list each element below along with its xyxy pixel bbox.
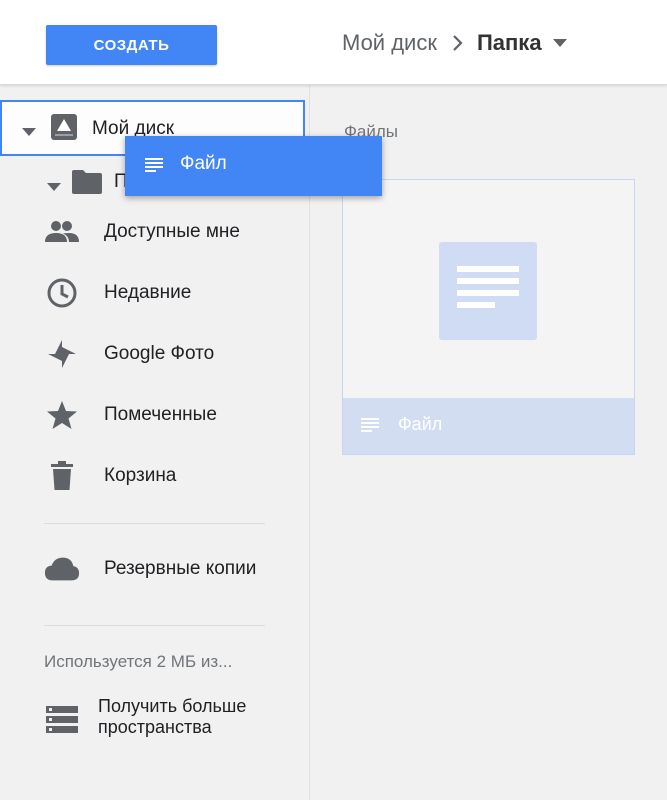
sidebar-item-google-photos[interactable]: Google Фото	[0, 332, 309, 376]
star-icon	[44, 397, 80, 433]
create-button[interactable]: СОЗДАТЬ	[46, 25, 217, 65]
trash-icon	[44, 458, 80, 494]
sidebar-item-trash[interactable]: Корзина	[0, 454, 309, 498]
file-name: Файл	[398, 414, 443, 434]
document-lines-icon	[457, 266, 519, 308]
sidebar-item-shared[interactable]: Доступные мне	[0, 210, 309, 254]
sidebar-item-recent[interactable]: Недавние	[0, 271, 309, 315]
people-icon	[44, 214, 80, 250]
sidebar-item-starred[interactable]: Помеченные	[0, 393, 309, 437]
get-more-storage-link[interactable]: Получить больше пространства	[0, 692, 309, 752]
folder-icon	[71, 168, 103, 201]
divider	[44, 523, 265, 524]
drag-chip-label: Файл	[180, 153, 227, 174]
sidebar-item-label: Google Фото	[104, 343, 215, 364]
storage-usage-text: Используется 2 МБ из...	[44, 652, 233, 671]
breadcrumb: Мой диск Папка	[342, 28, 568, 58]
sidebar-item-label: Недавние	[104, 282, 192, 303]
caret-down-icon[interactable]	[552, 38, 568, 48]
sidebar-item-label: Помеченные	[104, 404, 217, 425]
file-card-footer: Файл	[343, 398, 634, 454]
sidebar-item-label: Доступные мне	[104, 221, 240, 242]
expand-arrow-icon[interactable]	[47, 179, 61, 197]
expand-arrow-icon[interactable]	[22, 124, 36, 142]
document-icon	[145, 158, 163, 177]
breadcrumb-my-drive[interactable]: Мой диск	[342, 30, 437, 56]
top-bar: СОЗДАТЬ Мой диск Папка	[0, 0, 667, 85]
drive-icon	[48, 112, 80, 149]
chevron-right-icon	[451, 33, 465, 53]
divider	[44, 625, 265, 626]
sidebar-item-backups[interactable]: Резервные копии	[0, 547, 309, 591]
breadcrumb-current-folder[interactable]: Папка	[477, 30, 542, 56]
pinwheel-icon	[44, 336, 80, 372]
sidebar-item-label: Резервные копии	[104, 558, 257, 579]
storage-icon	[46, 706, 78, 739]
sidebar-item-label: Корзина	[104, 465, 177, 486]
clock-icon	[44, 275, 80, 311]
cloud-icon	[44, 551, 80, 587]
get-more-storage-label: Получить больше пространства	[98, 696, 247, 737]
file-preview	[439, 242, 537, 340]
document-icon	[361, 418, 379, 437]
file-card[interactable]: Файл	[342, 179, 635, 455]
drag-chip-file[interactable]: Файл	[125, 136, 382, 196]
